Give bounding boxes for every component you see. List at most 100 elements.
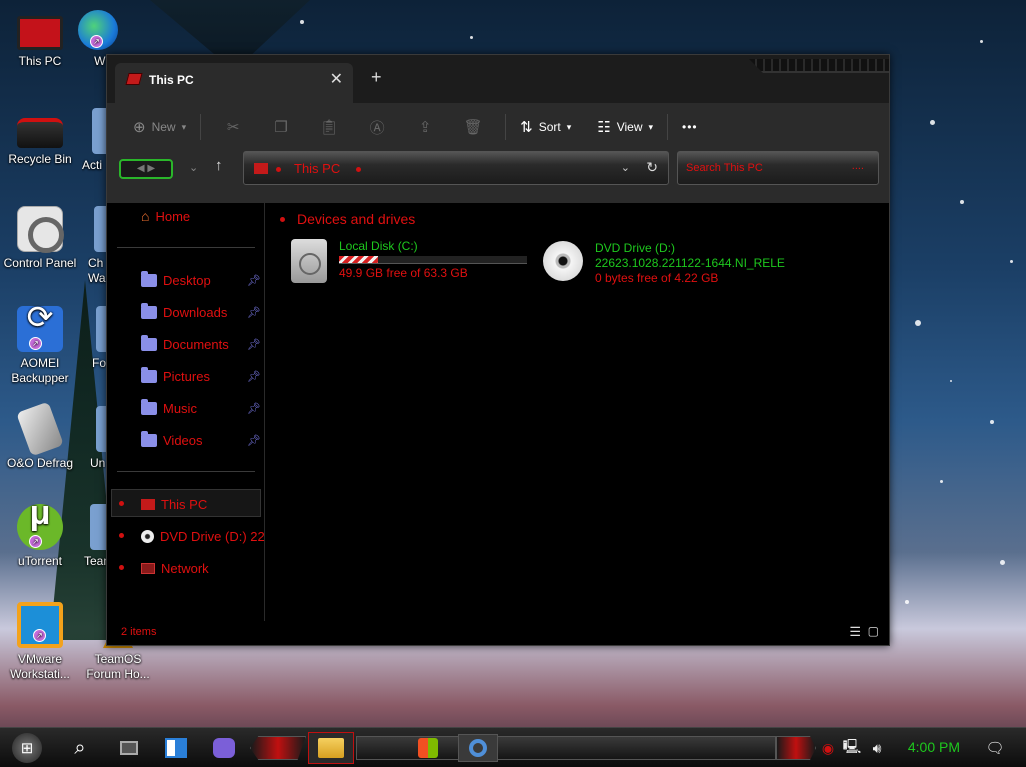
copy-icon[interactable]: ❐ xyxy=(257,118,305,136)
shortcut-arrow-icon xyxy=(29,337,42,350)
sidebar-item-label: Downloads xyxy=(163,304,228,320)
desktop-icon-label: This PC xyxy=(18,54,62,68)
title-bar: This PC ✕ + xyxy=(107,55,889,103)
volume-icon[interactable]: 🔊︎ xyxy=(866,734,888,762)
gear-icon xyxy=(469,739,487,757)
alienware-tray-icon[interactable]: ◉ xyxy=(818,734,838,762)
desktop-icon-vmware[interactable]: VMware Workstati... xyxy=(0,602,80,682)
expand-dot-icon[interactable] xyxy=(119,565,124,570)
cut-icon[interactable]: ✂ xyxy=(209,118,257,136)
breadcrumb-this-pc[interactable]: This PC xyxy=(294,161,340,176)
view-label: View xyxy=(616,120,643,134)
sidebar-item-documents[interactable]: Documents 📌︎ xyxy=(141,333,261,355)
sidebar-item-desktop[interactable]: Desktop 📌︎ xyxy=(141,269,261,291)
search-icon[interactable]: ⌕ xyxy=(66,734,94,762)
desktop-icon-label: Acti xyxy=(82,158,103,172)
desktop-icon-ch[interactable]: Ch Wa xyxy=(88,206,108,286)
paste-icon[interactable]: 📋︎ xyxy=(305,118,353,136)
recent-locations-icon[interactable]: ⌄ xyxy=(189,161,198,174)
sidebar-item-label: Pictures xyxy=(163,368,210,384)
up-arrow-icon[interactable]: ↑ xyxy=(215,157,223,174)
chevron-down-icon: ▾ xyxy=(566,121,572,132)
tab-title: This PC xyxy=(149,73,194,87)
sort-button[interactable]: ⇅ Sort ▾ xyxy=(514,112,577,142)
desktop-icon-recycle-bin[interactable]: Recycle Bin xyxy=(0,108,80,167)
desktop-icon-oo-defrag[interactable]: O&O Defrag xyxy=(0,401,80,471)
rename-icon[interactable]: Ⓐ xyxy=(353,117,401,138)
drive-dvd-d[interactable]: DVD Drive (D:) 22623.1028.221122-1644.NI… xyxy=(543,241,785,286)
search-input[interactable]: Search This PC xyxy=(686,162,763,174)
desktop-icon-label: Control Panel xyxy=(3,256,77,270)
pin-icon: 📌︎ xyxy=(247,306,261,319)
sidebar-item-network[interactable]: Network xyxy=(141,557,261,579)
details-view-icon[interactable]: ☰ xyxy=(849,624,861,640)
desktop-icon-control-panel[interactable]: Control Panel xyxy=(0,206,80,271)
shortcut-arrow-icon xyxy=(90,35,103,48)
desktop-icon-team[interactable]: Team xyxy=(84,504,108,569)
divider xyxy=(667,114,669,140)
drive-name: Local Disk (C:) xyxy=(339,239,418,253)
utorrent-icon xyxy=(17,504,63,550)
new-button[interactable]: ⊕ New ▾ xyxy=(127,112,192,142)
widgets-shape xyxy=(165,738,187,758)
refresh-icon[interactable]: ↻ xyxy=(646,159,658,176)
pin-icon: 📌︎ xyxy=(247,338,261,351)
sidebar-item-videos[interactable]: Videos 📌︎ xyxy=(141,429,261,451)
settings-icon[interactable] xyxy=(458,734,498,762)
expand-dot-icon[interactable] xyxy=(119,501,124,506)
breadcrumb-separator-icon xyxy=(356,167,361,172)
navigation-pane: ⌂ Home Desktop 📌︎ Downloads 📌︎ Documents… xyxy=(107,203,265,621)
tab-this-pc[interactable]: This PC ✕ xyxy=(115,63,353,103)
chevron-down-icon[interactable]: ⌄ xyxy=(621,161,630,174)
sidebar-item-music[interactable]: Music 📌︎ xyxy=(141,397,261,419)
this-pc-icon xyxy=(125,73,143,85)
clock[interactable]: 4:00 PM xyxy=(908,739,960,755)
desktop-icon-aomei[interactable]: AOMEI Backupper xyxy=(0,306,80,386)
desktop-icon-utorrent[interactable]: uTorrent xyxy=(0,504,80,569)
recycle-bin-icon xyxy=(17,118,63,148)
start-button[interactable]: ⊞ xyxy=(12,733,42,763)
desktop-icon-acti[interactable]: Acti xyxy=(82,108,108,173)
sidebar-item-label: This PC xyxy=(161,496,208,512)
sidebar-item-label: Music xyxy=(163,400,197,416)
taskbar-decoration xyxy=(776,736,816,760)
plus-circle-icon: ⊕ xyxy=(133,119,146,136)
folder-icon xyxy=(141,366,157,383)
search-box[interactable]: Search This PC .... xyxy=(677,151,879,185)
sidebar-item-this-pc[interactable]: This PC xyxy=(141,493,261,515)
sort-label: Sort xyxy=(538,120,561,134)
drive-local-disk-c[interactable]: Local Disk (C:) 49.9 GB free of 63.3 GB xyxy=(291,239,527,283)
back-forward-buttons[interactable]: ◀ ▶ xyxy=(119,159,173,179)
notification-icon[interactable]: 🗨︎ xyxy=(984,734,1006,762)
more-options-button[interactable]: ••• xyxy=(676,112,704,142)
taskbar: ⊞ ⌕ ◉ 🖳︎ 🔊︎ 4:00 PM 🗨︎ xyxy=(0,727,1026,767)
task-view-icon[interactable] xyxy=(116,734,142,762)
sidebar-item-label: Documents xyxy=(163,336,229,352)
content-pane: Devices and drives Local Disk (C:) 49.9 … xyxy=(267,203,889,621)
divider xyxy=(200,114,202,140)
sidebar-item-home[interactable]: ⌂ Home xyxy=(141,205,261,227)
tiles-view-icon[interactable]: ▢ xyxy=(868,624,879,638)
new-tab-button[interactable]: + xyxy=(371,67,382,88)
microsoft-store-icon[interactable] xyxy=(414,734,442,762)
network-tray-icon[interactable]: 🖳︎ xyxy=(842,734,862,762)
sidebar-item-dvd-drive[interactable]: DVD Drive (D:) 22 xyxy=(141,525,265,547)
widgets-icon[interactable] xyxy=(162,734,190,762)
share-icon[interactable]: ⇪ xyxy=(401,118,449,136)
expand-dot-icon[interactable] xyxy=(119,533,124,538)
vmware-icon xyxy=(17,602,63,648)
desktop-icon-this-pc[interactable]: This PC xyxy=(0,10,80,69)
view-button[interactable]: ☷ View ▾ xyxy=(591,112,659,142)
chevron-down-icon: ▾ xyxy=(648,121,654,132)
command-bar: ⊕ New ▾ ✂ ❐ 📋︎ Ⓐ ⇪ 🗑︎ ⇅ Sort ▾ ☷ View ▾ … xyxy=(107,103,889,151)
sidebar-item-pictures[interactable]: Pictures 📌︎ xyxy=(141,365,261,387)
close-tab-icon[interactable]: ✕ xyxy=(330,69,343,89)
address-bar[interactable]: This PC ⌄ ↻ xyxy=(243,151,669,185)
divider xyxy=(117,471,255,472)
chat-shape xyxy=(213,738,235,758)
teams-chat-icon[interactable] xyxy=(210,734,238,762)
delete-icon[interactable]: 🗑︎ xyxy=(449,118,497,136)
file-explorer-taskbar-button[interactable] xyxy=(308,732,354,764)
desktop-icon-label: TeamOS Forum Ho... xyxy=(86,652,150,681)
sidebar-item-downloads[interactable]: Downloads 📌︎ xyxy=(141,301,261,323)
